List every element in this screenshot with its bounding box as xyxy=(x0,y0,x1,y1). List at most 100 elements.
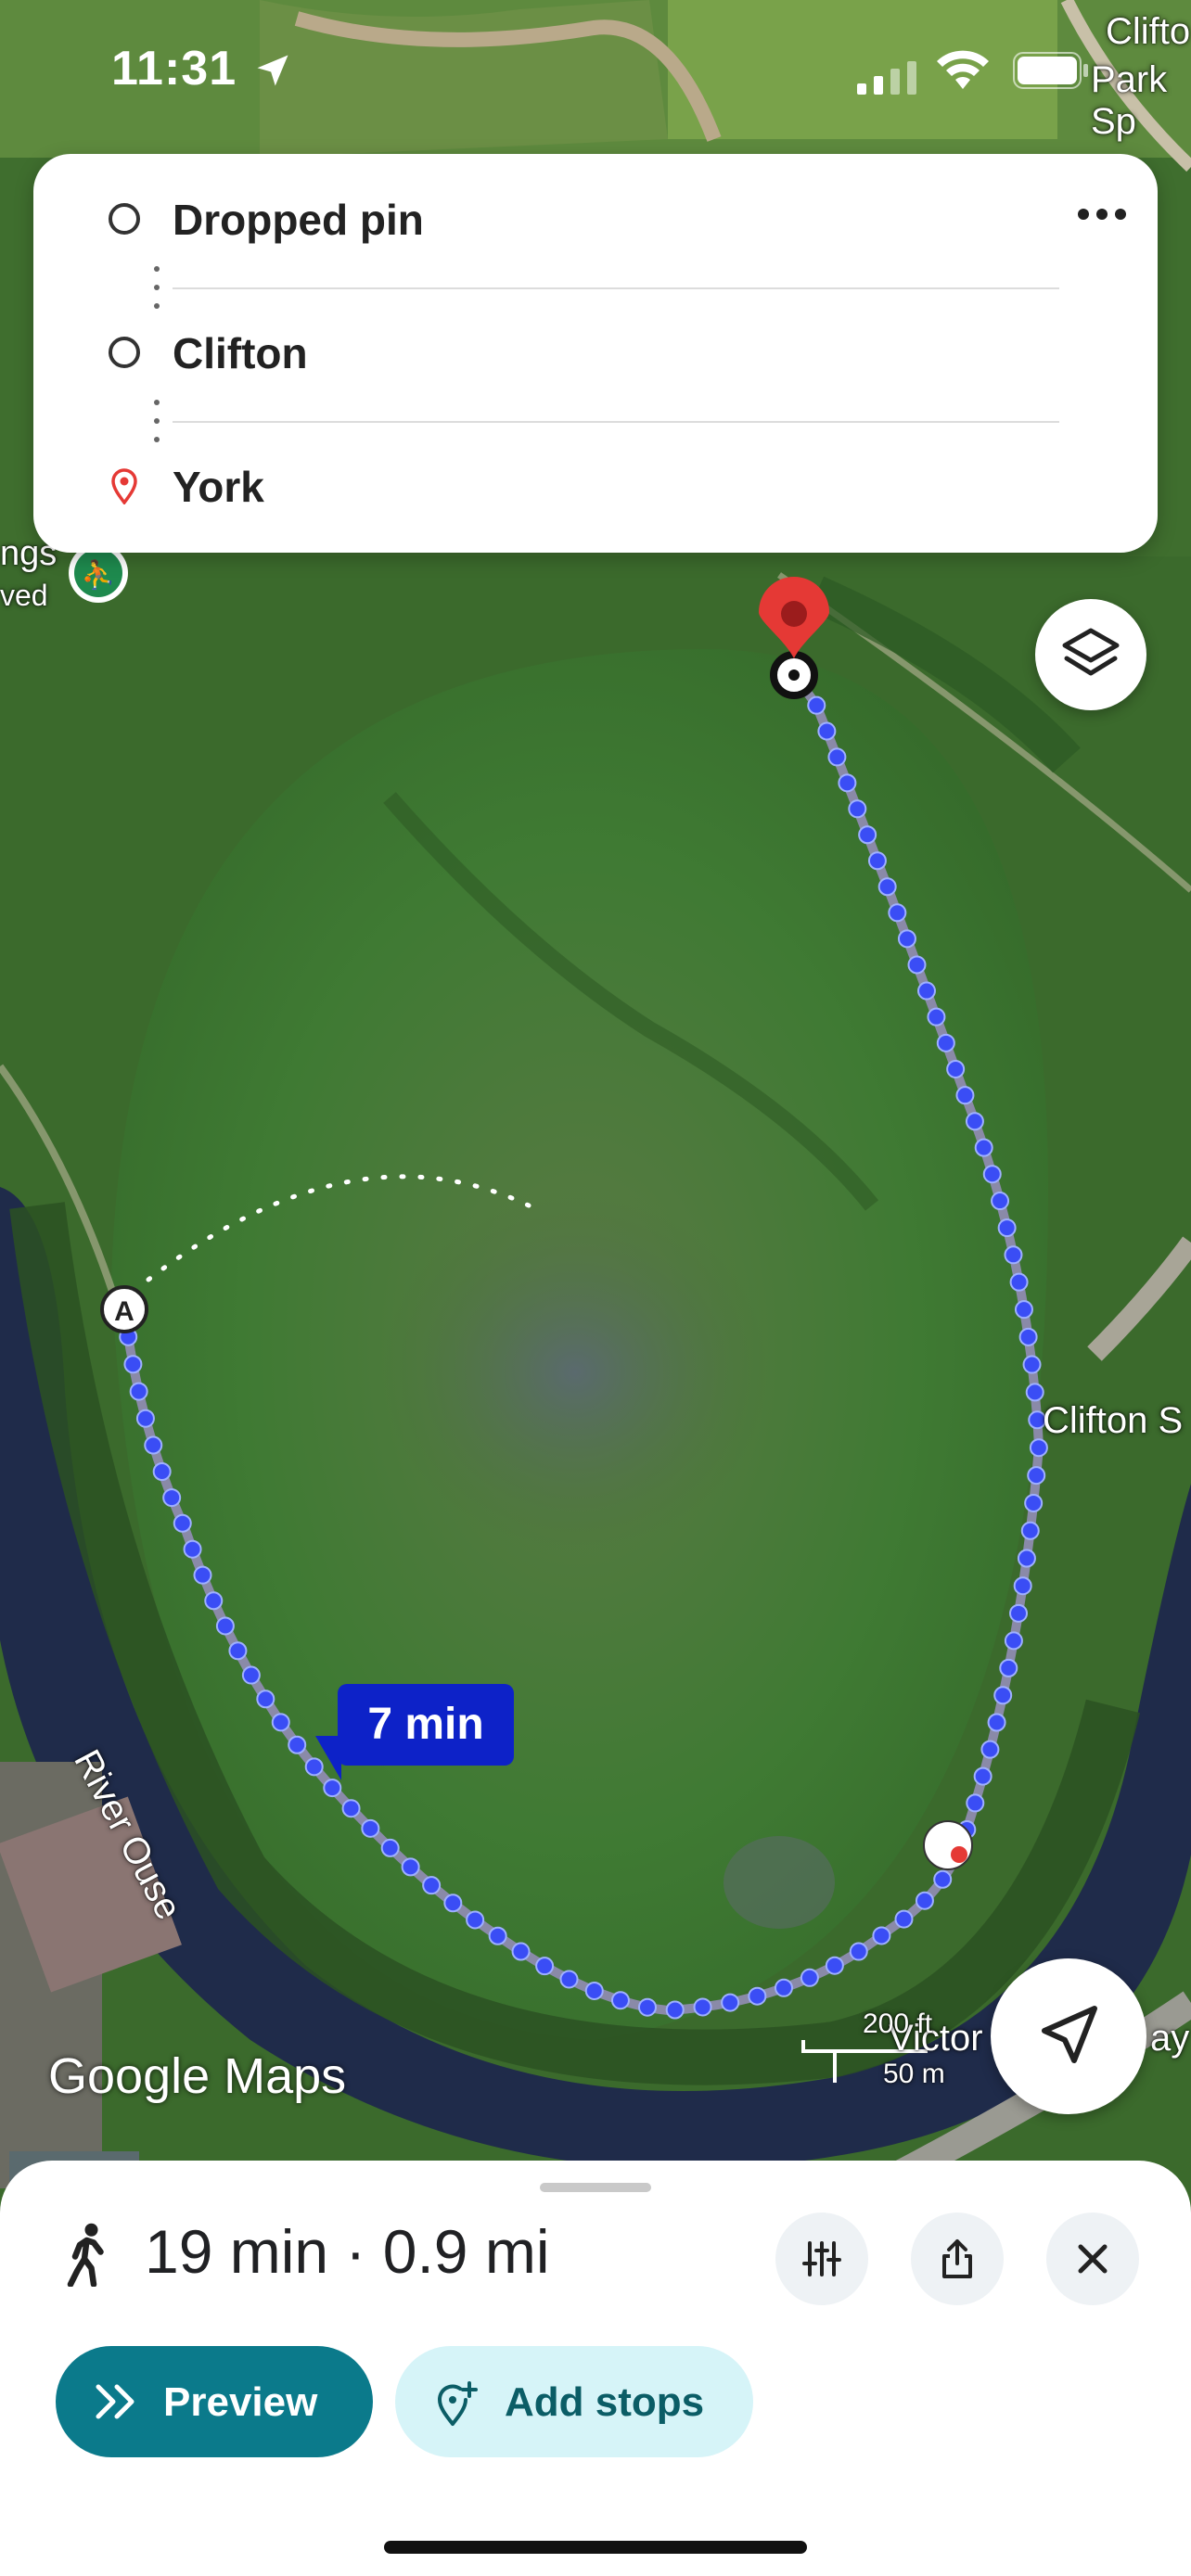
route-dot xyxy=(215,1616,235,1636)
route-dot xyxy=(144,1435,163,1455)
route-dot xyxy=(152,1461,172,1481)
route-dot xyxy=(999,1658,1018,1677)
route-dot xyxy=(997,1218,1017,1238)
circle-outline-icon xyxy=(109,337,140,368)
route-dot xyxy=(584,1981,604,2000)
route-dot xyxy=(466,1910,485,1930)
divider xyxy=(173,287,1059,289)
scale-m-label: 50 m xyxy=(883,2059,945,2089)
route-dot xyxy=(982,1165,1002,1184)
route-dot xyxy=(271,1713,290,1732)
eta-bubble[interactable]: 7 min xyxy=(338,1684,514,1766)
route-dot xyxy=(1027,1466,1046,1486)
route-dot xyxy=(907,955,927,975)
preview-button[interactable]: Preview xyxy=(56,2346,373,2457)
route-dot xyxy=(241,1665,261,1685)
route-dot xyxy=(825,1956,844,1975)
route-dot xyxy=(991,1192,1010,1211)
ved-label: ved xyxy=(0,579,48,612)
route-dot xyxy=(228,1641,248,1661)
route-dot xyxy=(361,1818,380,1838)
route-dot xyxy=(288,1735,307,1754)
route-dot xyxy=(610,1991,630,2010)
walking-icon xyxy=(67,2223,104,2287)
route-dot xyxy=(488,1926,507,1945)
start-marker-a[interactable]: A xyxy=(100,1285,148,1333)
stop-clifton[interactable]: Clifton xyxy=(33,306,1158,399)
circle-outline-icon xyxy=(109,203,140,235)
route-dot xyxy=(946,1059,966,1078)
route-dot xyxy=(162,1488,182,1508)
preview-label: Preview xyxy=(163,2379,318,2425)
route-dot xyxy=(858,825,877,845)
add-stops-button[interactable]: Add stops xyxy=(395,2346,753,2457)
route-dot xyxy=(1024,1493,1044,1512)
connector-dots xyxy=(154,400,160,442)
share-button[interactable] xyxy=(911,2213,1004,2305)
route-dot xyxy=(341,1799,361,1818)
route-dot xyxy=(637,1997,657,2017)
more-horizontal-icon[interactable] xyxy=(1065,191,1139,237)
route-dot xyxy=(877,877,897,897)
route-dot xyxy=(193,1565,212,1585)
route-dot xyxy=(1009,1272,1029,1292)
route-dot xyxy=(665,2000,685,2020)
route-dot xyxy=(401,1857,420,1877)
route-dot xyxy=(129,1382,148,1401)
red-pin-icon xyxy=(111,468,137,504)
route-dot xyxy=(973,1766,992,1786)
route-dot xyxy=(1004,1631,1023,1651)
clifton-s-label: Clifton S xyxy=(1043,1400,1184,1441)
close-button[interactable] xyxy=(1046,2213,1139,2305)
route-dot xyxy=(748,1986,767,2006)
route-dot xyxy=(721,1993,740,2012)
route-dot xyxy=(933,1869,953,1889)
route-dot xyxy=(955,1086,975,1105)
divider xyxy=(173,421,1059,423)
route-dot xyxy=(838,773,857,793)
route-dot xyxy=(872,1926,891,1945)
route-dot xyxy=(980,1740,1000,1759)
route-dot xyxy=(827,747,847,767)
stop-label: Clifton xyxy=(173,329,308,377)
route-dot xyxy=(817,721,837,741)
route-dot xyxy=(894,1909,914,1929)
stop-york[interactable]: York xyxy=(33,440,1158,532)
route-dot xyxy=(422,1876,442,1895)
filter-sliders-icon xyxy=(802,2241,841,2276)
recenter-navigation-button[interactable] xyxy=(991,1958,1146,2114)
route-dot xyxy=(1013,1576,1032,1596)
route-dot xyxy=(511,1942,531,1961)
route-dot xyxy=(173,1513,192,1533)
route-dot xyxy=(1009,1603,1029,1623)
route-dot xyxy=(800,1968,819,1987)
route-dot xyxy=(1025,1383,1044,1402)
route-dot xyxy=(443,1894,463,1913)
cellular-signal-icon xyxy=(857,61,916,95)
sheet-grabber[interactable] xyxy=(540,2183,651,2192)
svg-text:A: A xyxy=(114,1296,134,1327)
wifi-icon xyxy=(937,50,989,89)
connector-dots xyxy=(154,266,160,309)
route-dot xyxy=(559,1970,579,1989)
route-card: Dropped pin Clifton York xyxy=(33,154,1158,553)
route-dot xyxy=(183,1539,202,1559)
route-dot xyxy=(966,1793,985,1813)
route-dot xyxy=(256,1690,275,1709)
navigation-arrow-icon xyxy=(1042,2006,1097,2063)
route-dot xyxy=(993,1686,1013,1705)
route-dot xyxy=(1004,1245,1023,1265)
home-indicator[interactable] xyxy=(384,2541,807,2554)
stop-dropped-pin[interactable]: Dropped pin xyxy=(33,172,1158,265)
route-dot xyxy=(888,903,907,923)
directions-bottom-sheet: 19 min · 0.9 mi Preview Add stops xyxy=(0,2161,1191,2576)
google-maps-watermark: Google Maps xyxy=(48,2048,347,2104)
clifton-stop-marker[interactable] xyxy=(923,1820,973,1870)
route-dot xyxy=(774,1978,793,1997)
layers-button[interactable] xyxy=(1035,599,1146,710)
add-location-icon xyxy=(438,2381,478,2426)
route-options-button[interactable] xyxy=(775,2213,868,2305)
route-dot xyxy=(848,799,867,819)
route-dot xyxy=(693,1997,712,2017)
route-dot xyxy=(915,1891,934,1910)
